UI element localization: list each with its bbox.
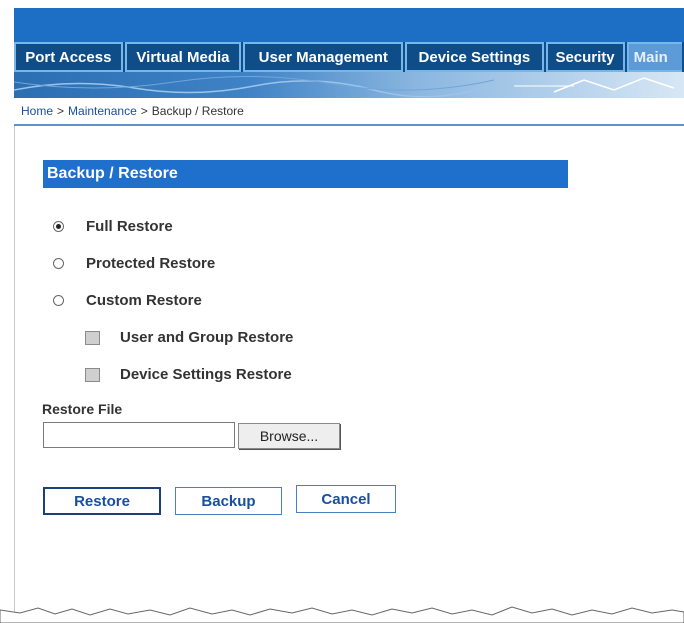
breadcrumb-maintenance-link[interactable]: Maintenance	[68, 104, 137, 118]
full-restore-label: Full Restore	[86, 218, 173, 235]
wave-decoration-icon	[14, 75, 675, 98]
decorative-banner	[14, 72, 684, 98]
full-restore-option[interactable]: Full Restore	[53, 218, 173, 235]
app-window: Port Access Virtual Media User Managemen…	[0, 0, 684, 623]
restore-file-label: Restore File	[42, 401, 123, 417]
user-group-restore-label: User and Group Restore	[120, 329, 294, 346]
backup-button[interactable]: Backup	[175, 487, 282, 515]
tab-bar: Port Access Virtual Media User Managemen…	[14, 42, 684, 72]
top-banner	[14, 8, 684, 42]
breadcrumb-home-link[interactable]: Home	[21, 104, 53, 118]
tab-user-management[interactable]: User Management	[243, 42, 404, 72]
protected-restore-label: Protected Restore	[86, 255, 216, 272]
torn-edge-decoration	[0, 606, 684, 623]
restore-button[interactable]: Restore	[43, 487, 161, 515]
tab-security[interactable]: Security	[545, 42, 625, 72]
restore-file-input[interactable]	[43, 422, 235, 448]
custom-restore-radio[interactable]	[53, 295, 64, 306]
breadcrumb-separator: >	[57, 104, 65, 118]
custom-restore-label: Custom Restore	[86, 292, 202, 309]
full-restore-radio[interactable]	[53, 221, 64, 232]
device-settings-restore-checkbox[interactable]	[85, 367, 100, 382]
custom-restore-option[interactable]: Custom Restore	[53, 292, 202, 309]
tab-port-access[interactable]: Port Access	[14, 42, 123, 72]
tab-virtual-media[interactable]: Virtual Media	[124, 42, 242, 72]
protected-restore-radio[interactable]	[53, 258, 64, 269]
breadcrumb: Home > Maintenance > Backup / Restore	[14, 98, 684, 126]
tab-device-settings[interactable]: Device Settings	[405, 42, 544, 72]
section-title: Backup / Restore	[43, 160, 568, 188]
browse-button[interactable]: Browse...	[238, 423, 340, 449]
breadcrumb-current: Backup / Restore	[151, 104, 244, 118]
tab-maintenance[interactable]: Main	[626, 42, 682, 72]
device-settings-restore-label: Device Settings Restore	[120, 366, 292, 383]
protected-restore-option[interactable]: Protected Restore	[53, 255, 215, 272]
user-group-restore-checkbox[interactable]	[85, 330, 100, 345]
breadcrumb-separator: >	[140, 104, 148, 118]
device-settings-restore-option[interactable]: Device Settings Restore	[85, 366, 292, 383]
main-content: Backup / Restore Full Restore Protected …	[14, 126, 684, 623]
user-group-restore-option[interactable]: User and Group Restore	[85, 329, 293, 346]
cancel-button[interactable]: Cancel	[296, 485, 396, 513]
